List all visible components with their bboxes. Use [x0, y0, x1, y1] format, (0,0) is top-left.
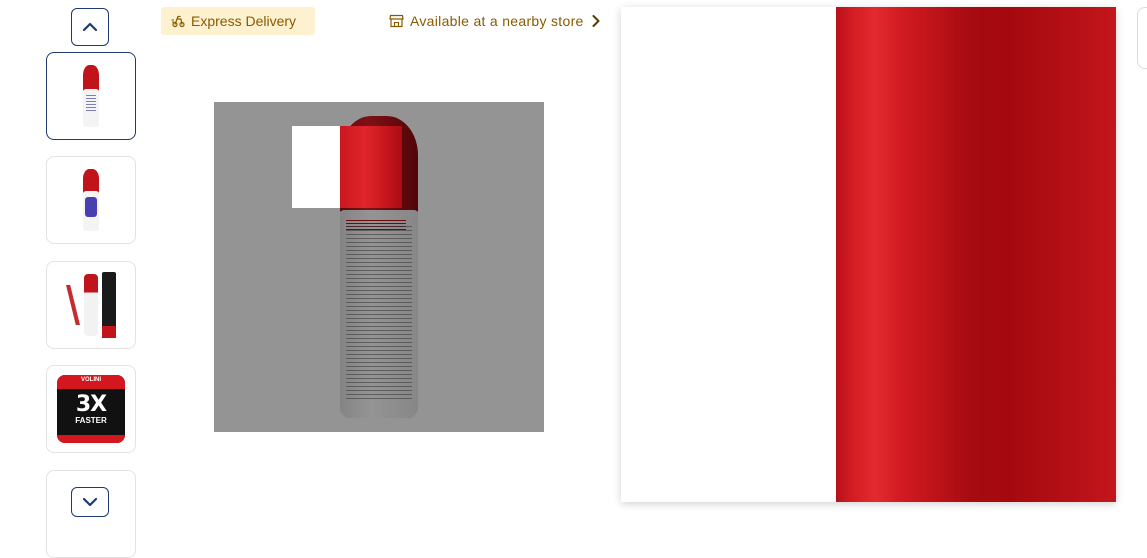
nearby-store-link[interactable]: Available at a nearby store	[389, 11, 600, 31]
side-panel-edge	[1137, 7, 1147, 69]
nearby-store-label: Available at a nearby store	[410, 13, 584, 29]
promo-big-text: 3X	[75, 392, 107, 417]
chevron-right-icon	[592, 15, 600, 27]
promo-sub-text: FASTER	[75, 416, 107, 425]
thumbnail-4[interactable]: VOLINI 3X FASTER	[46, 365, 136, 453]
express-delivery-badge: Express Delivery	[161, 7, 315, 35]
product-thumbnail-image	[83, 65, 99, 127]
product-thumbnail-image	[66, 272, 116, 338]
chevron-up-icon	[83, 22, 97, 32]
thumbnail-3[interactable]	[46, 261, 136, 349]
product-thumbnail-image: VOLINI 3X FASTER	[57, 375, 125, 443]
express-delivery-label: Express Delivery	[191, 13, 297, 29]
main-product-image[interactable]	[214, 102, 544, 432]
thumbnail-1[interactable]	[46, 52, 136, 140]
thumbnails-scroll-up-button[interactable]	[71, 8, 109, 46]
zoomed-cap-area	[836, 7, 1116, 502]
store-icon	[389, 14, 404, 28]
zoom-preview-pane	[621, 7, 1116, 502]
thumbnail-2[interactable]	[46, 156, 136, 244]
promo-brand-text: VOLINI	[80, 377, 101, 383]
delivery-scooter-icon	[171, 15, 185, 28]
zoom-lens[interactable]	[292, 126, 402, 208]
product-thumbnail-image	[83, 169, 99, 231]
thumbnails-scroll-down-button[interactable]	[71, 487, 109, 517]
chevron-down-icon	[83, 497, 97, 507]
